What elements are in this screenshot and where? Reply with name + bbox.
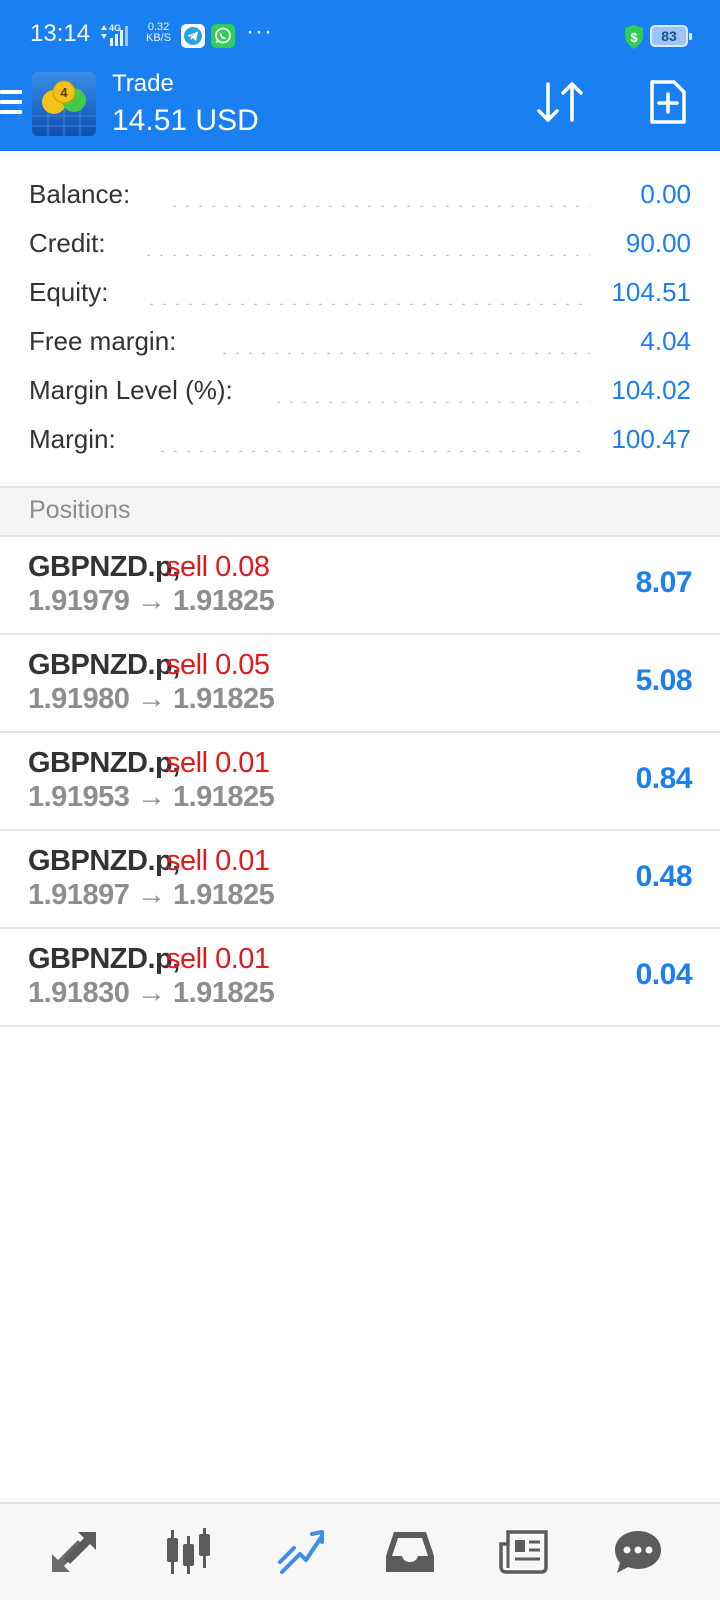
network-speed: 0.32 KB/S: [146, 22, 171, 44]
position-side: sell 0.01: [166, 943, 270, 975]
speed-unit: KB/S: [146, 32, 172, 44]
position-side: sell 0.05: [166, 649, 270, 681]
sort-icon[interactable]: [536, 78, 586, 126]
margin-level-label: Margin Level (%):: [29, 375, 243, 406]
position-symbol: GBPNZD.p,: [28, 943, 180, 975]
quotes-icon: [52, 1532, 96, 1572]
account-profit: 14.51 USD: [112, 104, 259, 137]
signal-icon: 4G: [101, 23, 128, 46]
position-prices: 1.91897 → 1.91825: [28, 879, 275, 911]
nav-chat[interactable]: [608, 1524, 668, 1580]
position-prices: 1.91979 → 1.91825: [28, 585, 275, 617]
telegram-icon: [181, 24, 205, 48]
position-profit: 5.08: [635, 664, 693, 697]
position-row[interactable]: GBPNZD.p, sell 0.01 1.91830 → 1.91825 0.…: [0, 929, 720, 1027]
nav-chart[interactable]: [159, 1524, 219, 1580]
security-shield-icon: $: [625, 25, 643, 49]
positions-header: Positions: [0, 488, 720, 536]
position-side: sell 0.08: [166, 551, 270, 583]
position-prices: 1.91980 → 1.91825: [28, 683, 275, 715]
position-row[interactable]: GBPNZD.p, sell 0.05 1.91980 → 1.91825 5.…: [0, 635, 720, 733]
credit-value: 90.00: [615, 228, 691, 259]
nav-history[interactable]: [380, 1524, 440, 1580]
position-profit: 8.07: [635, 566, 693, 599]
news-icon: [499, 1530, 548, 1574]
free-margin-label: Free margin:: [29, 326, 187, 357]
position-prices: 1.91830 → 1.91825: [28, 977, 275, 1009]
whatsapp-icon: [211, 24, 235, 48]
menu-icon[interactable]: [0, 90, 22, 118]
positions-list: GBPNZD.p, sell 0.08 1.91979 → 1.91825 8.…: [0, 537, 720, 1027]
margin-level-row: Margin Level (%): 104.02: [0, 365, 720, 415]
status-bar: 13:14 4G 0.32 KB/S ··· $ 83: [0, 0, 720, 70]
status-time: 13:14: [30, 20, 91, 47]
position-symbol: GBPNZD.p,: [28, 747, 180, 779]
position-profit: 0.48: [635, 860, 693, 893]
position-prices: 1.91953 → 1.91825: [28, 781, 275, 813]
position-row[interactable]: GBPNZD.p, sell 0.01 1.91897 → 1.91825 0.…: [0, 831, 720, 929]
svg-text:4: 4: [60, 85, 68, 100]
more-notifications-icon: ···: [246, 18, 273, 45]
margin-row: Margin: 100.47: [0, 414, 720, 464]
credit-label: Credit:: [29, 228, 116, 259]
balance-row: Balance: 0.00: [0, 169, 720, 219]
position-profit: 0.84: [635, 762, 693, 795]
chart-icon: [167, 1528, 210, 1574]
page-title: Trade: [112, 70, 174, 97]
trade-icon: [278, 1530, 324, 1574]
bottom-navigation: [0, 1502, 720, 1600]
nav-news[interactable]: [494, 1524, 554, 1580]
battery-icon: 83: [650, 25, 692, 47]
position-side: sell 0.01: [166, 747, 270, 779]
position-symbol: GBPNZD.p,: [28, 551, 180, 583]
credit-row: Credit: 90.00: [0, 218, 720, 268]
free-margin-value: 4.04: [630, 326, 691, 357]
positions-title: Positions: [29, 496, 131, 524]
new-order-icon[interactable]: [648, 78, 688, 126]
position-row[interactable]: GBPNZD.p, sell 0.08 1.91979 → 1.91825 8.…: [0, 537, 720, 635]
position-profit: 0.04: [635, 958, 693, 991]
nav-quotes[interactable]: [44, 1524, 104, 1580]
equity-value: 104.51: [601, 277, 691, 308]
position-symbol: GBPNZD.p,: [28, 649, 180, 681]
metatrader-logo: 4: [32, 72, 96, 136]
header: 13:14 4G 0.32 KB/S ··· $ 83 4 Trade 14.5…: [0, 0, 720, 151]
svg-text:$: $: [630, 30, 638, 45]
margin-label: Margin:: [29, 424, 126, 455]
network-type: 4G: [109, 23, 121, 33]
position-symbol: GBPNZD.p,: [28, 845, 180, 877]
margin-value: 100.47: [601, 424, 691, 455]
app-bar: 4 Trade 14.51 USD: [0, 70, 720, 151]
free-margin-row: Free margin: 4.04: [0, 316, 720, 366]
chat-icon: [615, 1531, 661, 1573]
nav-trade[interactable]: [272, 1524, 332, 1580]
account-summary: Balance: 0.00 Credit: 90.00 Equity: 104.…: [0, 151, 720, 487]
margin-level-value: 104.02: [601, 375, 691, 406]
balance-label: Balance:: [29, 179, 141, 210]
position-row[interactable]: GBPNZD.p, sell 0.01 1.91953 → 1.91825 0.…: [0, 733, 720, 831]
position-side: sell 0.01: [166, 845, 270, 877]
equity-row: Equity: 104.51: [0, 267, 720, 317]
balance-value: 0.00: [630, 179, 691, 210]
equity-label: Equity:: [29, 277, 119, 308]
history-icon: [386, 1532, 434, 1572]
